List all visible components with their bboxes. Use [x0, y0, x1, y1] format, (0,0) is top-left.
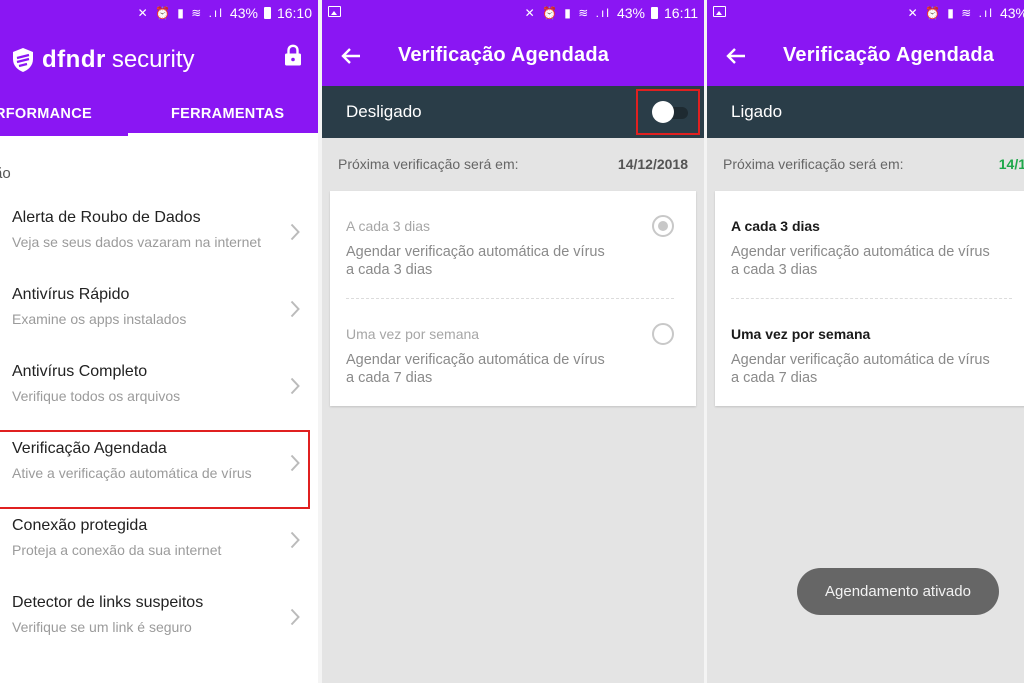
menu-item-subtitle: Veja se seus dados vazaram na internet — [12, 234, 262, 250]
menu-item-subtitle: Verifique se um link é seguro — [12, 619, 192, 635]
schedule-state-bar: Ligado — [707, 86, 1024, 138]
app-bar: Verificação Agendada — [707, 28, 1024, 86]
menu-item-title: Antivírus Rápido — [12, 286, 130, 303]
radio-once-a-week[interactable] — [652, 323, 674, 345]
next-scan-date: 14/12/2018 — [617, 156, 688, 172]
option-title: Uma vez por semana — [731, 326, 871, 342]
tab-tools[interactable]: FERRAMENTAS — [171, 106, 284, 122]
menu-item-subtitle: Examine os apps instalados — [12, 311, 187, 327]
image-notification-icon — [713, 6, 726, 17]
radio-every-3-days[interactable] — [652, 215, 674, 237]
status-icons: ✕ ⏰ ▮ ≋ .ıl 43% — [908, 5, 1024, 21]
menu-item-title: Verificação Agendada — [12, 440, 167, 457]
schedule-screen-off: ✕ ⏰ ▮ ≋ .ıl 43% 16:11 Verificação Agenda… — [322, 0, 704, 683]
brand-name-light: security — [111, 46, 195, 73]
menu-item-subtitle: Verifique todos os arquivos — [12, 388, 181, 404]
menu-item-title: Conexão protegida — [12, 517, 148, 534]
shield-icon — [13, 48, 33, 72]
option-title: Uma vez por semana — [346, 326, 480, 342]
menu-item-title: Detector de links suspeitos — [12, 594, 204, 611]
chevron-right-icon — [290, 608, 300, 626]
status-icons: ✕ ⏰ ▮ ≋ .ıl 43% 16:10 — [138, 5, 312, 21]
toggle-thumb — [652, 101, 674, 123]
option-title: A cada 3 dias — [346, 218, 431, 234]
schedule-state-label: Ligado — [731, 102, 783, 121]
signal-icons: ✕ ⏰ ▮ ≋ .ıl — [907, 6, 994, 20]
menu-item-suspicious-links[interactable]: Detector de links suspeitos Verifique se… — [0, 584, 318, 661]
option-description: Agendar verificação automática de vírus … — [731, 244, 990, 278]
menu-item-data-theft-alert[interactable]: Alerta de Roubo de Dados Veja se seus da… — [0, 199, 318, 276]
option-description: Agendar verificação automática de vírus … — [346, 352, 605, 386]
battery-level: 43% — [229, 5, 258, 21]
status-bar: ✕ ⏰ ▮ ≋ .ıl 43% 16:11 — [322, 0, 704, 28]
app-bar: Verificação Agendada — [322, 28, 704, 86]
lock-icon[interactable] — [284, 44, 302, 66]
next-scan-row: Próxima verificação será em: 14/1 — [707, 150, 1024, 180]
chevron-right-icon — [290, 531, 300, 549]
option-title: A cada 3 dias — [731, 218, 820, 234]
back-arrow-icon[interactable] — [340, 45, 362, 67]
menu-item-subtitle: Ative a verificação automática de vírus — [12, 465, 252, 481]
next-scan-row: Próxima verificação será em: 14/12/2018 — [322, 150, 704, 180]
menu-item-subtitle: Proteja a conexão da sua internet — [12, 542, 222, 558]
next-scan-label: Próxima verificação será em: — [723, 156, 904, 172]
next-scan-date: 14/1 — [998, 156, 1024, 172]
app-header: dfndr security RFORMANCE FERRAMENTAS — [0, 28, 318, 136]
active-tab-indicator — [128, 133, 318, 136]
schedule-toggle[interactable] — [652, 98, 690, 126]
option-every-3-days[interactable]: A cada 3 dias Agendar verificação automá… — [715, 191, 1024, 298]
chevron-right-icon — [290, 454, 300, 472]
chevron-right-icon — [290, 300, 300, 318]
option-every-3-days[interactable]: A cada 3 dias Agendar verificação automá… — [330, 191, 696, 298]
status-bar: ✕ ⏰ ▮ ≋ .ıl 43% 16:10 — [0, 0, 318, 28]
tab-performance[interactable]: RFORMANCE — [0, 106, 92, 122]
status-icons: ✕ ⏰ ▮ ≋ .ıl 43% 16:11 — [525, 5, 698, 21]
signal-icons: ✕ ⏰ ▮ ≋ .ıl — [137, 6, 224, 20]
schedule-options-card: A cada 3 dias Agendar verificação automá… — [715, 191, 1024, 406]
brand-name-bold: dfndr — [42, 46, 106, 73]
battery-level: 43% — [999, 5, 1024, 21]
page-title: Verificação Agendada — [398, 44, 610, 66]
schedule-options-card: A cada 3 dias Agendar verificação automá… — [330, 191, 696, 406]
back-arrow-icon[interactable] — [725, 45, 747, 67]
status-bar: ✕ ⏰ ▮ ≋ .ıl 43% — [707, 0, 1024, 28]
main-tools-screen: ✕ ⏰ ▮ ≋ .ıl 43% 16:10 dfndr security RFOR… — [0, 0, 318, 683]
option-description: Agendar verificação automática de vírus … — [731, 352, 990, 386]
battery-icon — [263, 7, 271, 19]
menu-item-title: Alerta de Roubo de Dados — [12, 209, 201, 226]
battery-level: 43% — [616, 5, 645, 21]
menu-item-scheduled-scan[interactable]: Verificação Agendada Ative a verificação… — [0, 430, 318, 507]
chevron-right-icon — [290, 377, 300, 395]
clock: 16:10 — [276, 5, 312, 21]
toast-message: Agendamento ativado — [797, 568, 999, 615]
app-logo: dfndr security — [12, 46, 195, 74]
page-title: Verificação Agendada — [783, 44, 995, 66]
section-label: ão — [0, 165, 11, 182]
menu-item-title: Antivírus Completo — [12, 363, 148, 380]
image-notification-icon — [328, 6, 341, 17]
menu-item-full-antivirus[interactable]: Antivírus Completo Verifique todos os ar… — [0, 353, 318, 430]
clock: 16:11 — [664, 5, 698, 21]
option-description: Agendar verificação automática de vírus … — [346, 244, 605, 278]
schedule-state-bar: Desligado — [322, 86, 704, 138]
signal-icons: ✕ ⏰ ▮ ≋ .ıl — [524, 6, 611, 20]
option-once-a-week[interactable]: Uma vez por semana Agendar verificação a… — [330, 299, 696, 406]
next-scan-label: Próxima verificação será em: — [338, 156, 519, 172]
chevron-right-icon — [290, 223, 300, 241]
schedule-state-label: Desligado — [346, 102, 422, 121]
option-once-a-week[interactable]: Uma vez por semana Agendar verificação a… — [715, 299, 1024, 406]
tab-bar: RFORMANCE FERRAMENTAS — [0, 86, 318, 136]
menu-item-protected-connection[interactable]: Conexão protegida Proteja a conexão da s… — [0, 507, 318, 584]
schedule-screen-on: ✕ ⏰ ▮ ≋ .ıl 43% Verificação Agendada Lig… — [707, 0, 1024, 683]
battery-icon — [651, 7, 658, 19]
menu-item-quick-antivirus[interactable]: Antivírus Rápido Examine os apps instala… — [0, 276, 318, 353]
